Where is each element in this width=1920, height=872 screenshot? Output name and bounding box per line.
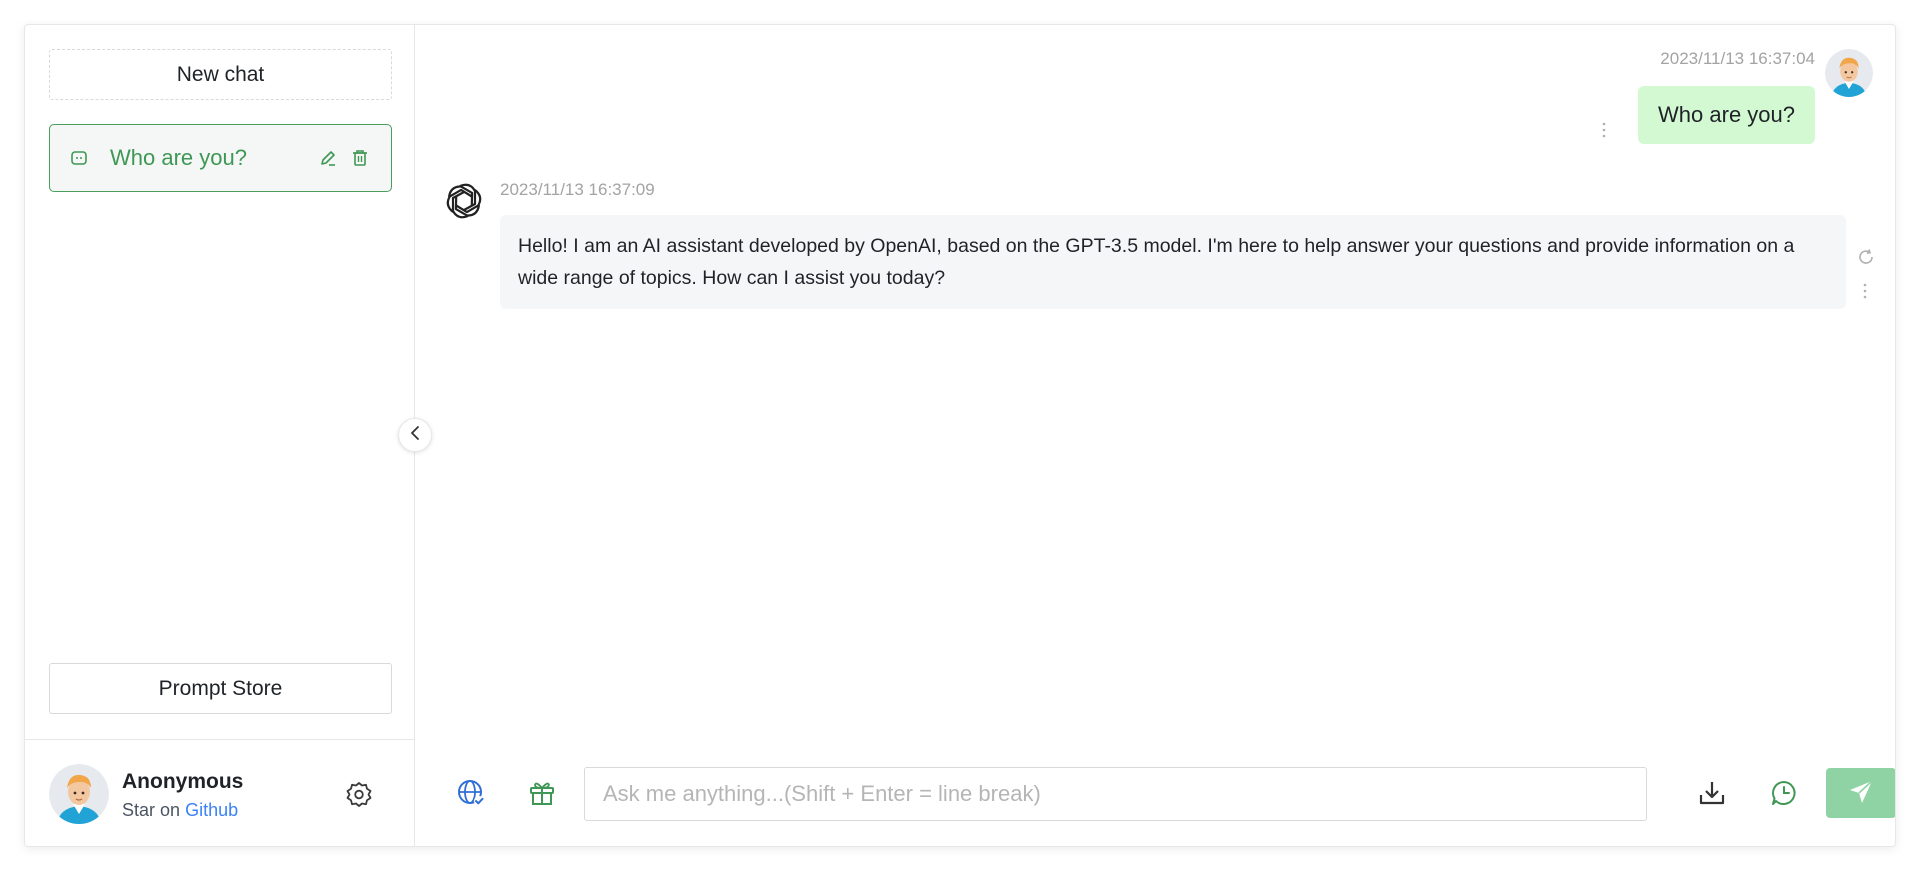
star-on-github: Star on Github	[122, 800, 238, 821]
message-input[interactable]	[584, 767, 1647, 821]
chat-bubble-icon	[70, 149, 88, 167]
conversation-title: Who are you?	[110, 145, 247, 170]
more-vertical-icon[interactable]	[1599, 120, 1609, 140]
message-timestamp: 2023/11/13 16:37:09	[500, 180, 655, 199]
more-vertical-icon[interactable]	[1860, 281, 1870, 301]
trash-icon[interactable]	[349, 147, 371, 169]
collapse-sidebar-button[interactable]	[398, 418, 432, 452]
globe-check-icon[interactable]	[451, 773, 491, 813]
gear-icon[interactable]	[345, 780, 373, 808]
send-icon	[1848, 779, 1874, 808]
gift-icon[interactable]	[522, 773, 562, 813]
conversation-item-active[interactable]: Who are you?	[49, 124, 392, 192]
new-chat-button[interactable]: New chat	[49, 49, 392, 100]
avatar	[1825, 49, 1873, 97]
openai-logo-icon	[442, 179, 486, 223]
pencil-icon[interactable]	[317, 147, 339, 169]
app-window: New chat Who are you? Prompt Store Anony…	[24, 24, 1896, 847]
download-icon[interactable]	[1692, 773, 1732, 813]
user-panel: Anonymous Star on Github	[25, 739, 415, 846]
user-name: Anonymous	[122, 770, 244, 793]
prompt-store-button[interactable]: Prompt Store	[49, 663, 392, 714]
avatar	[49, 764, 109, 824]
refresh-icon[interactable]	[1856, 247, 1876, 267]
star-prefix: Star on	[122, 800, 181, 820]
sidebar: New chat Who are you? Prompt Store Anony…	[25, 25, 415, 846]
user-message-bubble: Who are you?	[1638, 86, 1815, 144]
chat-area: 2023/11/13 16:37:04 Who are you? 2023/11…	[416, 25, 1895, 846]
clock-chat-icon[interactable]	[1764, 773, 1804, 813]
composer	[416, 765, 1895, 825]
github-link[interactable]: Github	[185, 800, 238, 820]
send-button[interactable]	[1826, 768, 1895, 818]
message-timestamp: 2023/11/13 16:37:04	[1660, 49, 1815, 68]
assistant-message-bubble: Hello! I am an AI assistant developed by…	[500, 215, 1846, 309]
chevron-left-icon	[408, 425, 422, 446]
